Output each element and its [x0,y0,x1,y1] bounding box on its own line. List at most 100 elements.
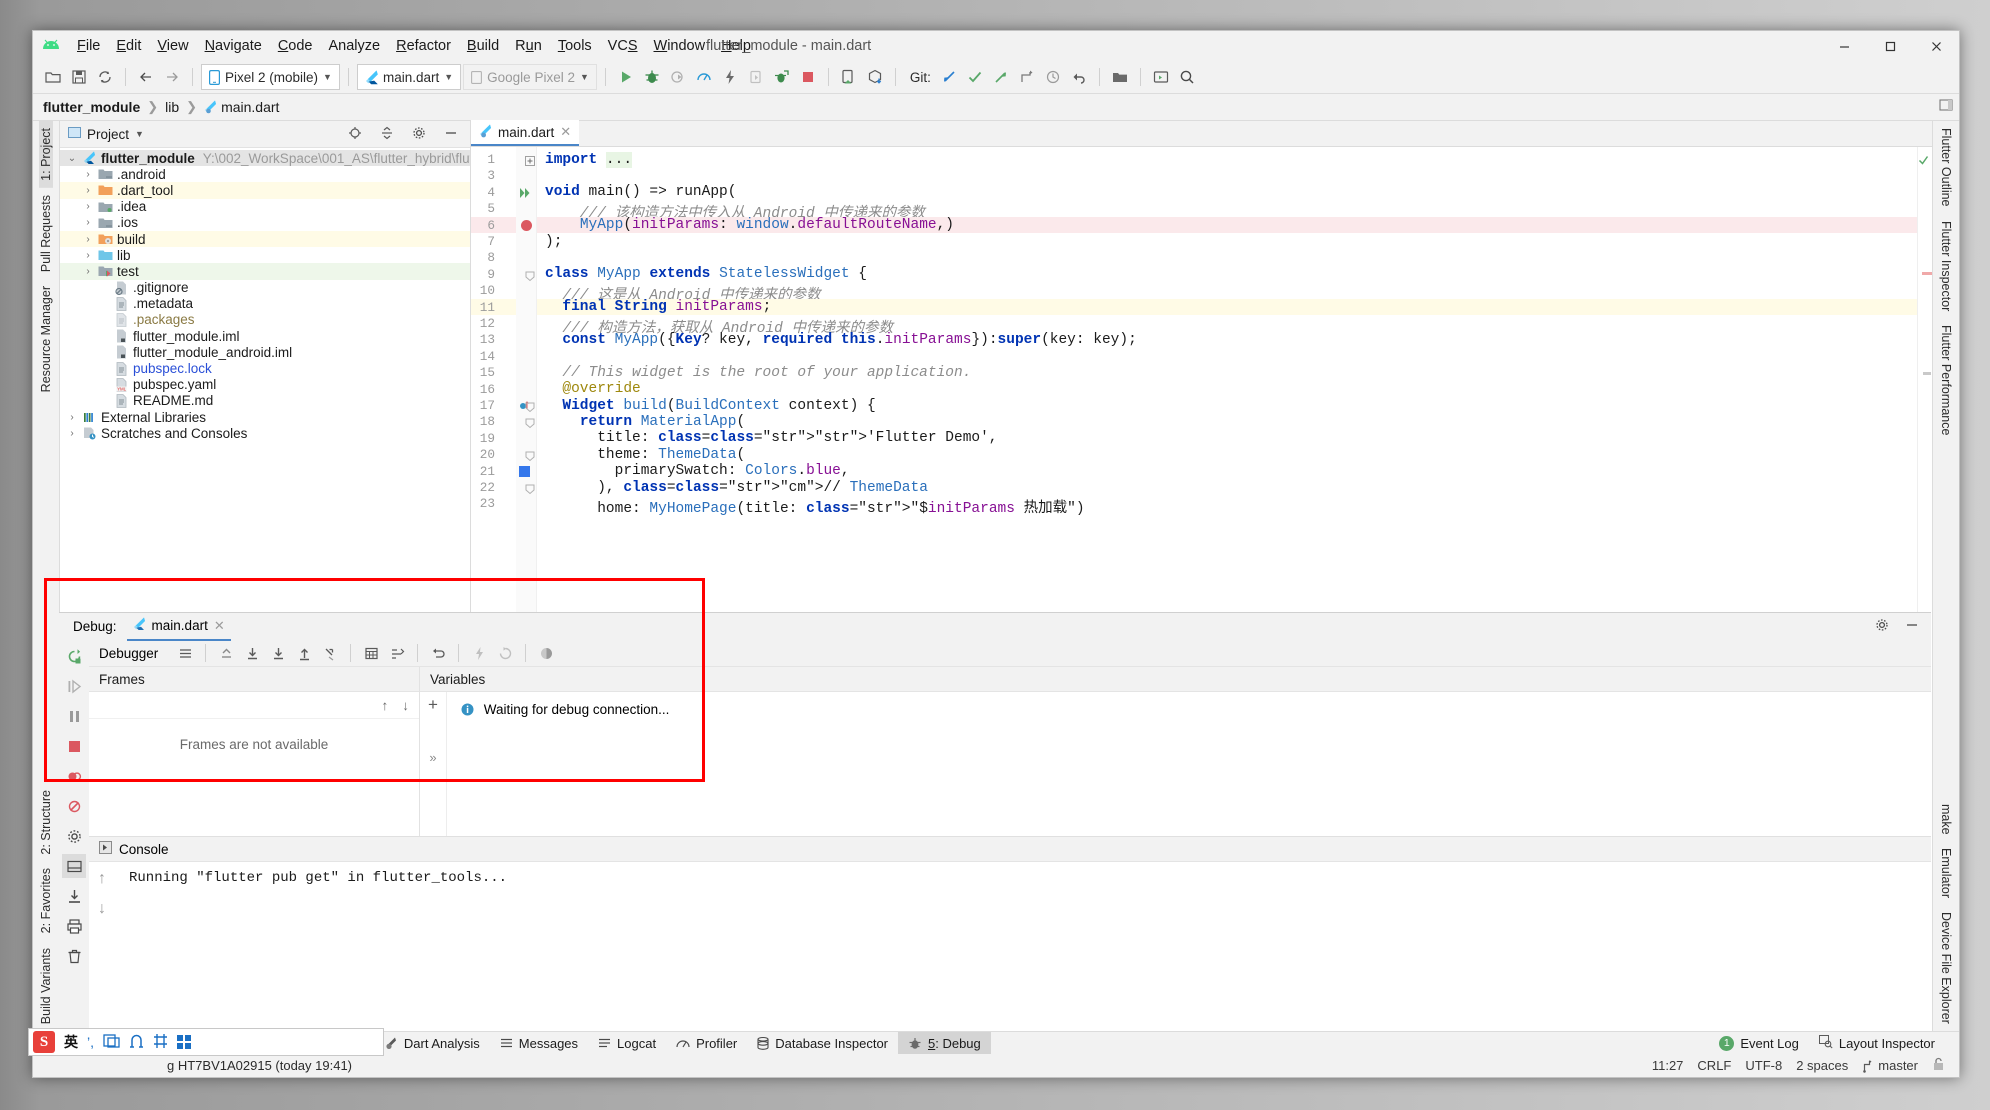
layout-inspector-button[interactable]: Layout Inspector [1809,1032,1945,1054]
tool-tab-device-file-explorer[interactable]: Device File Explorer [1939,905,1953,1031]
project-view-label[interactable]: Project [87,127,129,142]
tool-tab-resource-manager[interactable]: Resource Manager [39,279,53,399]
code-line[interactable]: @override [545,381,641,397]
console-output[interactable]: Running "flutter pub get" in flutter_too… [115,862,1931,1031]
code-line[interactable]: MyApp(initParams: window.defaultRouteNam… [545,217,954,233]
debug-icon[interactable] [640,65,664,89]
git-branch-status[interactable]: master [1862,1058,1918,1073]
tree-row[interactable]: .metadata [60,296,470,312]
tree-row[interactable]: ›.android [60,166,470,182]
code-line[interactable]: ), class=class="str">"cm">// ThemeData [545,480,928,496]
console-expand-icon[interactable] [99,841,112,857]
close-icon[interactable]: ✕ [560,124,571,140]
evaluate-expression-icon[interactable] [360,643,382,663]
fold-toggle[interactable] [525,448,535,466]
device-manager-icon[interactable] [837,65,861,89]
history-icon[interactable] [1041,65,1065,89]
add-watch-icon[interactable]: + [428,698,438,712]
menu-run[interactable]: Run [507,36,550,56]
run-icon[interactable] [614,65,638,89]
code-line[interactable]: ); [545,234,562,250]
revert-icon[interactable] [1067,65,1091,89]
tree-row[interactable]: .gitignore [60,280,470,296]
lock-icon[interactable] [1932,1057,1945,1074]
maximize-button[interactable] [1867,31,1913,61]
code-line[interactable]: home: MyHomePage(title: class="str">"$in… [545,496,1085,517]
menu-navigate[interactable]: Navigate [197,36,270,56]
error-stripe-mark[interactable] [1922,272,1932,275]
frames-body[interactable]: ↑ ↓ Frames are not available [89,692,419,836]
frame-down-icon[interactable]: ↓ [402,698,409,713]
code-line[interactable]: // This widget is the root of your appli… [545,365,971,381]
frames-list-icon[interactable] [174,643,196,663]
sync-icon[interactable] [93,65,117,89]
expand-arrow[interactable]: › [80,201,96,212]
fold-toggle[interactable] [525,399,535,417]
ime-keyboard-icon[interactable] [103,1033,120,1052]
debugger-label[interactable]: Debugger [99,646,158,661]
run-gutter-icon[interactable] [519,186,532,204]
resume-program-icon[interactable] [62,674,86,698]
tree-row[interactable]: README.md [60,393,470,409]
status-tab-messages[interactable]: Messages [490,1032,588,1054]
rerun-icon[interactable] [62,644,86,668]
code-line[interactable]: const MyApp({Key? key, required this.ini… [545,332,1137,348]
profile-icon[interactable] [692,65,716,89]
expand-arrow[interactable]: › [64,428,80,439]
back-icon[interactable] [134,65,158,89]
search-everywhere-icon[interactable] [1175,65,1199,89]
breadcrumb-project[interactable]: flutter_module [43,99,140,115]
menu-analyze[interactable]: Analyze [321,36,389,56]
menu-view[interactable]: View [149,36,196,56]
tree-row[interactable]: flutter_module_android.iml [60,344,470,360]
editor-tab-main-dart[interactable]: main.dart ✕ [471,120,579,146]
line-separator[interactable]: CRLF [1697,1058,1731,1073]
hot-reload-icon[interactable] [718,65,742,89]
code-line[interactable]: title: class=class="str">"str">'Flutter … [545,430,998,446]
tool-tab-1-project[interactable]: 1: Project [39,121,53,188]
tree-row[interactable]: ›lib [60,247,470,263]
collapse-all-icon[interactable] [380,126,394,143]
debug-attach-icon[interactable] [770,65,794,89]
expand-arrow[interactable]: › [80,250,96,261]
tool-tab-flutter-inspector[interactable]: Flutter Inspector [1939,214,1953,318]
print-icon[interactable] [62,914,86,938]
step-out-icon[interactable] [293,643,315,663]
stop-program-icon[interactable] [62,734,86,758]
run-config-selector[interactable]: main.dart ▼ [357,64,461,90]
tree-row[interactable]: pubspec.lock [60,360,470,376]
chevron-down-icon-project[interactable]: ▼ [135,129,144,139]
indent-setting[interactable]: 2 spaces [1796,1058,1848,1073]
pause-program-icon[interactable] [62,704,86,728]
ime-symbol-icon[interactable] [129,1033,144,1052]
open-project-icon[interactable] [41,65,65,89]
menu-build[interactable]: Build [459,36,507,56]
emulator-selector[interactable]: Google Pixel 2 ▼ [463,64,597,90]
layout-settings-icon[interactable] [62,854,86,878]
tool-tab-make[interactable]: make [1939,797,1953,842]
project-structure-icon[interactable] [1108,65,1132,89]
tree-row[interactable]: ›test [60,263,470,279]
tree-row[interactable]: flutter_module.iml [60,328,470,344]
tree-row[interactable]: ›.ios [60,215,470,231]
forward-icon[interactable] [160,65,184,89]
expand-arrow[interactable]: › [80,217,96,228]
tool-tab-pull-requests[interactable]: Pull Requests [39,188,53,279]
color-swatch-gutter[interactable] [519,466,530,477]
hide-navbar-icon[interactable] [1939,98,1953,115]
tree-row[interactable]: ›External Libraries [60,409,470,425]
git-update-icon[interactable] [937,65,961,89]
git-branch-icon[interactable] [1015,65,1039,89]
fold-toggle[interactable] [525,481,535,499]
expand-arrow-root[interactable]: ⌄ [64,153,80,164]
save-all-icon[interactable] [67,65,91,89]
code-line[interactable]: Widget build(BuildContext context) { [545,398,876,414]
tree-row[interactable]: ›.dart_tool [60,182,470,198]
export-icon[interactable] [62,884,86,908]
stop-icon[interactable] [796,65,820,89]
debug-hide-icon[interactable] [1905,618,1919,635]
force-step-icon[interactable] [319,643,341,663]
ime-mode-label[interactable]: 英 [64,1032,78,1052]
tree-row[interactable]: ›.idea [60,199,470,215]
frame-up-icon[interactable]: ↑ [382,698,389,713]
